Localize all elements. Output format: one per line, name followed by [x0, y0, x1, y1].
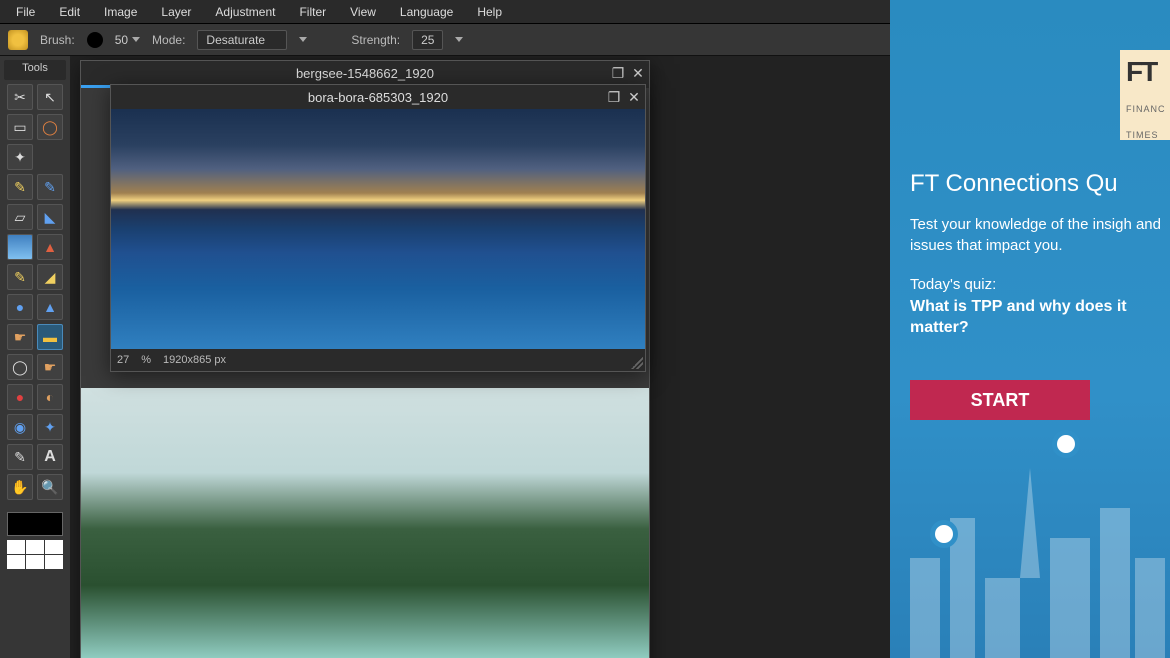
ft-logo: FT FINANC TIMES — [1120, 50, 1170, 140]
doc-title: bergsee-1548662_1920 — [296, 66, 434, 81]
pinch-tool[interactable]: ✦ — [37, 414, 63, 440]
smudge-tool[interactable]: ☛ — [7, 324, 33, 350]
mode-value: Desaturate — [206, 33, 265, 47]
mode-dropdown[interactable]: Desaturate — [197, 30, 287, 50]
bloat-tool[interactable]: ◉ — [7, 414, 33, 440]
eraser-tool[interactable]: ▱ — [7, 204, 33, 230]
quiz-label: Today's quiz: — [910, 276, 1170, 293]
maximize-icon[interactable]: ❐ — [607, 90, 621, 104]
strength-value: 25 — [421, 33, 434, 47]
skyline-graphic — [890, 438, 1170, 658]
brush-size-value: 50 — [115, 33, 128, 47]
wand-tool[interactable]: ✦ — [7, 144, 33, 170]
menu-adjustment[interactable]: Adjustment — [203, 1, 287, 23]
swatch[interactable] — [7, 540, 25, 554]
ad-heading: FT Connections Qu — [910, 170, 1170, 198]
dimensions: 1920x865 px — [163, 354, 226, 366]
color-swatches[interactable] — [7, 512, 63, 569]
resize-grip-icon[interactable] — [631, 357, 643, 369]
swatch[interactable] — [7, 555, 25, 569]
draw-tool[interactable]: ◢ — [37, 264, 63, 290]
canvas-area: bergsee-1548662_1920 ❐ ✕ 29 % 1440x1920 … — [70, 56, 960, 658]
menu-view[interactable]: View — [338, 1, 388, 23]
maximize-icon[interactable]: ❐ — [611, 66, 625, 80]
ad-body: Test your knowledge of the insigh and is… — [910, 214, 1170, 256]
document-window-bora[interactable]: bora-bora-685303_1920 ❐ ✕ 27 % 1920x865 … — [110, 84, 646, 372]
close-icon[interactable]: ✕ — [627, 90, 641, 104]
redeye-tool[interactable]: ● — [7, 384, 33, 410]
sponge-tool[interactable]: ▬ — [37, 324, 63, 350]
ad-sidebar: FT FINANC TIMES FT Connections Qu Test y… — [890, 0, 1170, 658]
lasso-tool[interactable]: ◯ — [37, 114, 63, 140]
brush-preview-icon[interactable] — [87, 32, 103, 48]
zoom-unit: % — [141, 354, 151, 366]
close-icon[interactable]: ✕ — [631, 66, 645, 80]
pencil-tool[interactable]: ✎ — [7, 174, 33, 200]
menu-edit[interactable]: Edit — [47, 1, 92, 23]
toolbox-title: Tools — [4, 60, 66, 80]
menu-help[interactable]: Help — [465, 1, 514, 23]
caret-icon — [455, 37, 463, 42]
mode-label: Mode: — [152, 33, 185, 47]
swatch[interactable] — [45, 555, 63, 569]
dodge-tool[interactable]: ◯ — [7, 354, 33, 380]
foreground-color[interactable] — [7, 512, 63, 536]
bucket-tool[interactable]: ◣ — [37, 204, 63, 230]
strength-dropdown[interactable]: 25 — [412, 30, 443, 50]
brush-size-dropdown[interactable]: 50 — [115, 33, 140, 47]
caret-icon — [299, 37, 307, 42]
menu-language[interactable]: Language — [388, 1, 465, 23]
swatch[interactable] — [26, 555, 44, 569]
eyedrop-tool[interactable]: ✎ — [7, 444, 33, 470]
quiz-question: What is TPP and why does it matter? — [910, 297, 1170, 339]
type-tool[interactable]: A — [37, 444, 63, 470]
brush-tool[interactable]: ✎ — [37, 174, 63, 200]
map-pin-icon — [1052, 430, 1080, 458]
swatch[interactable] — [26, 540, 44, 554]
menu-filter[interactable]: Filter — [287, 1, 338, 23]
blur-tool[interactable]: ● — [7, 294, 33, 320]
crop-tool[interactable]: ✂ — [7, 84, 33, 110]
menu-image[interactable]: Image — [92, 1, 149, 23]
clone-tool[interactable]: ▲ — [37, 234, 63, 260]
gradient-tool[interactable] — [7, 234, 33, 260]
hand-tool[interactable]: ✋ — [7, 474, 33, 500]
swatch[interactable] — [45, 540, 63, 554]
burn-tool[interactable]: ☛ — [37, 354, 63, 380]
zoom-tool[interactable]: 🔍 — [37, 474, 63, 500]
marquee-tool[interactable]: ▭ — [7, 114, 33, 140]
caret-icon — [132, 37, 140, 42]
map-pin-icon — [930, 520, 958, 548]
toolbox: Tools ✂ ↖ ▭ ◯ ✦ ✎ ✎ ▱ ◣ ▲ ✎ ◢ ● ▲ ☛ ▬ ◯ … — [0, 56, 70, 658]
current-tool-icon — [8, 30, 28, 50]
start-button[interactable]: START — [910, 380, 1090, 420]
sharpen-tool[interactable]: ▲ — [37, 294, 63, 320]
menu-file[interactable]: File — [4, 1, 47, 23]
zoom-value: 27 — [117, 354, 129, 366]
replace-tool[interactable]: ✎ — [7, 264, 33, 290]
menu-layer[interactable]: Layer — [149, 1, 203, 23]
move-tool[interactable]: ↖ — [37, 84, 63, 110]
doc-title: bora-bora-685303_1920 — [308, 90, 448, 105]
brush-label: Brush: — [40, 33, 75, 47]
spot-tool[interactable]: ◐ — [37, 384, 63, 410]
strength-label: Strength: — [351, 33, 400, 47]
